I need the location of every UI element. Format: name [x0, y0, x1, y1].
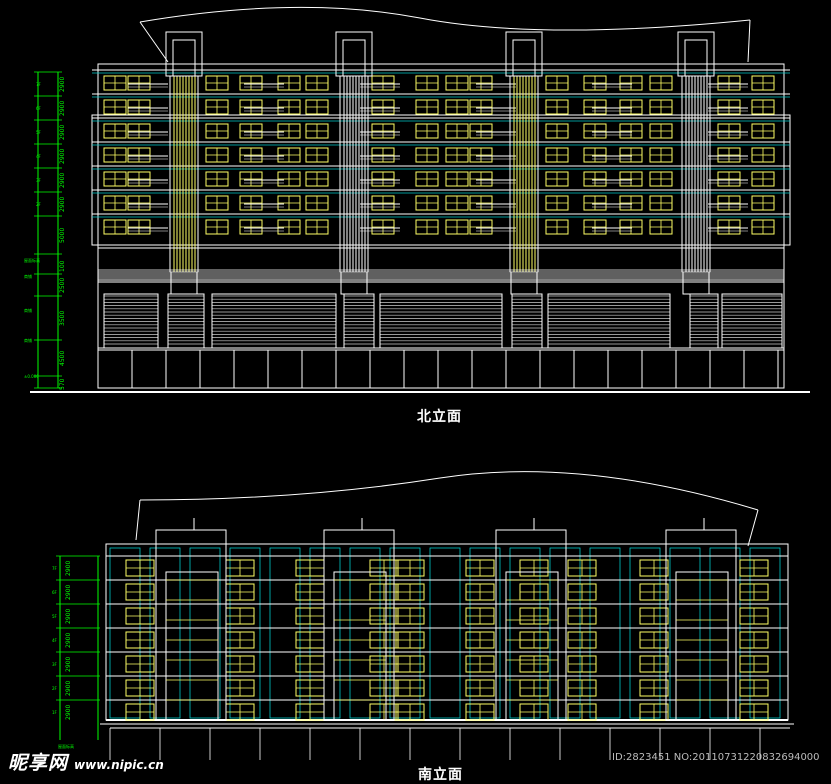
north-side-note: ±0.000	[24, 374, 39, 379]
south-floor-mark: 7F	[52, 566, 58, 571]
north-floor-mark: 3F	[36, 178, 42, 183]
north-side-note: 商铺	[24, 273, 32, 279]
south-level-dimension: 2900	[65, 633, 72, 648]
north-level-dimension: 100	[59, 260, 66, 272]
south-floor-mark: 2F	[52, 686, 58, 691]
watermark-url: www.nipic.cn	[74, 758, 164, 772]
north-floor-mark: 4F	[36, 154, 42, 159]
south-level-dimension: 2900	[65, 657, 72, 672]
south-floor-mark: 4F	[52, 638, 58, 643]
north-level-dimension: 4500	[59, 351, 66, 366]
south-level-dimension: 2900	[65, 681, 72, 696]
north-level-dimension: 3500	[59, 311, 66, 326]
north-level-dimension: 2900	[59, 149, 66, 164]
south-level-dimension: 2900	[65, 585, 72, 600]
north-side-note: 商铺	[24, 307, 32, 313]
north-stair-tower	[335, 31, 373, 77]
south-wall-strip	[109, 547, 141, 719]
north-level-dimension: 2900	[59, 77, 66, 92]
south-wall-strip	[309, 547, 341, 719]
north-side-note: 商铺	[24, 337, 32, 343]
south-wall-strip	[229, 547, 261, 719]
north-side-note: 屋面标高	[24, 257, 40, 263]
south-building-outline	[105, 543, 789, 721]
south-elevation-title: 南立面	[418, 767, 463, 783]
north-floor-mark: 6F	[36, 106, 42, 111]
south-wall-strip	[349, 547, 381, 719]
north-elevation-title: 北立面	[417, 409, 462, 425]
north-building-outline	[97, 63, 785, 389]
south-wall-strip	[549, 547, 581, 719]
south-wall-strip	[589, 547, 621, 719]
south-level-dimension: 2900	[65, 609, 72, 624]
south-wall-strip	[629, 547, 661, 719]
north-stair-tower	[165, 31, 203, 77]
north-balcony-band	[91, 114, 791, 246]
south-wall-strip	[189, 547, 221, 719]
south-wall-strip	[509, 547, 541, 719]
south-level-dimension: 2900	[65, 705, 72, 720]
north-floor-mark: 5F	[36, 130, 42, 135]
north-stair-tower	[505, 31, 543, 77]
north-level-dimension: 5000	[59, 228, 66, 243]
north-stair-tower	[677, 31, 715, 77]
south-wall-strip	[669, 547, 701, 719]
south-floor-mark: 1F	[52, 710, 58, 715]
north-roof-curve	[139, 6, 751, 31]
south-wall-strip	[749, 547, 781, 719]
north-level-dimension: 2900	[59, 101, 66, 116]
south-level-dimension: 2900	[65, 561, 72, 576]
north-floor-mark: 2F	[36, 202, 42, 207]
south-floor-mark: 3F	[52, 662, 58, 667]
south-wall-strip	[429, 547, 461, 719]
south-roof-curve	[139, 471, 759, 511]
north-level-dimension: 2900	[59, 173, 66, 188]
south-floor-mark: 6F	[52, 590, 58, 595]
north-level-dimension: 2500	[59, 278, 66, 293]
elevation-drawing: 2900 2900 2900 2900 2900 2900 5000 100 2500 3500 4…	[24, 6, 810, 760]
north-floor-mark: 7F	[36, 82, 42, 87]
north-level-dimension: 2900	[59, 197, 66, 212]
watermark-logo: 昵享网	[8, 752, 69, 774]
image-id-label: ID:2823451 NO:20110731220832694000	[612, 752, 820, 763]
north-level-dimension: 2900	[59, 125, 66, 140]
north-commercial-canopy	[97, 247, 785, 281]
south-floor-mark: 5F	[52, 614, 58, 619]
watermark: 昵享网 www.nipic.cn	[8, 748, 164, 775]
